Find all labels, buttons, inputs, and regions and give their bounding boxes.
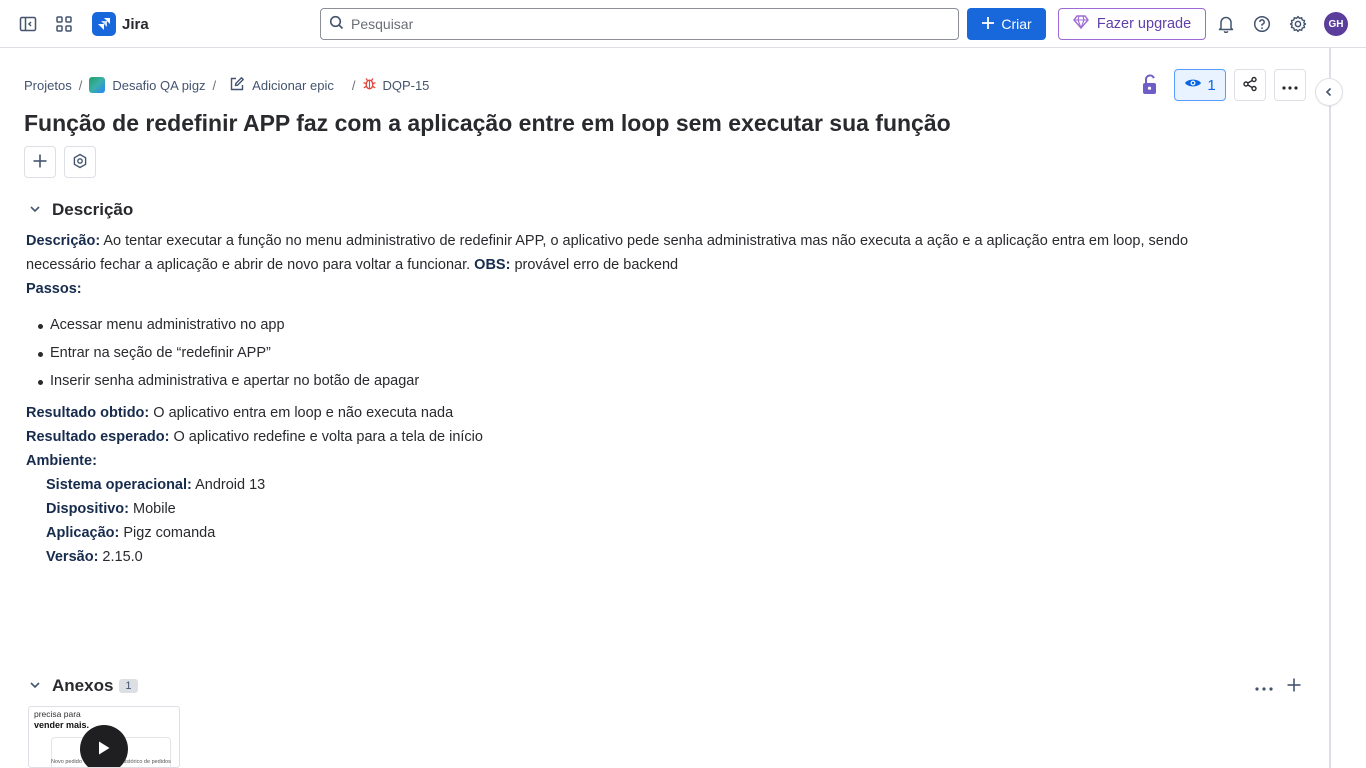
thumbnail-text-line-1: precisa para [34, 709, 81, 719]
create-button[interactable]: Criar [967, 8, 1046, 40]
issue-title[interactable]: Função de redefinir APP faz com a aplica… [24, 110, 951, 137]
gem-icon [1072, 15, 1089, 33]
thumbnail-caption-1: Novo pedido [51, 759, 82, 765]
breadcrumb-separator: / [212, 77, 217, 93]
user-avatar[interactable]: GH [1324, 12, 1348, 36]
share-icon [1242, 76, 1258, 95]
obtained-result: Resultado obtido: O aplicativo entra em … [26, 405, 454, 421]
apps-button[interactable] [64, 146, 96, 178]
expected-result: Resultado esperado: O aplicativo redefin… [26, 429, 483, 445]
search-icon [329, 15, 344, 33]
plus-icon [32, 153, 48, 172]
collapse-panel-button[interactable] [1316, 79, 1342, 105]
list-item: Entrar na seção de “redefinir APP” [38, 339, 1256, 367]
upgrade-button[interactable]: Fazer upgrade [1058, 8, 1206, 40]
chevron-down-icon [28, 678, 42, 695]
environment-app: Aplicação: Pigz comanda [46, 525, 216, 541]
app-name: Jira [122, 15, 149, 33]
thumbnail-text-line-2: vender mais. [34, 720, 90, 730]
top-navigation-bar: Jira Criar Fazer upgrade GH [0, 0, 1366, 48]
app-switcher-icon[interactable] [52, 12, 76, 36]
issue-key-label: DQP-15 [382, 77, 430, 93]
description-section-header[interactable]: Descrição [28, 200, 133, 220]
steps-list: Acessar menu administrativo no app Entra… [38, 311, 1256, 395]
attachments-heading: Anexos [52, 676, 114, 695]
attachment-thumbnail[interactable]: precisa para vender mais. Novo pedido Hi… [28, 706, 180, 768]
attachments-count-badge: 1 [119, 679, 138, 693]
breadcrumb-project-label: Desafio QA pigz [112, 77, 206, 93]
search-input[interactable] [351, 16, 931, 32]
watchers-count: 1 [1207, 76, 1216, 94]
obs-text: provável erro de backend [510, 257, 679, 273]
environment-label: Ambiente: [26, 453, 97, 469]
obs-label: OBS: [474, 257, 511, 273]
add-button[interactable] [24, 146, 56, 178]
project-avatar-icon [89, 77, 106, 93]
create-button-label: Criar [1001, 16, 1032, 32]
description-body[interactable]: Descrição: Ao tentar executar a função n… [26, 229, 1256, 569]
play-icon [97, 740, 111, 759]
list-item: Acessar menu administrativo no app [38, 311, 1256, 339]
breadcrumb: Projetos / Desafio QA pigz / Adicionar e… [24, 75, 429, 95]
attachments-section-header[interactable]: Anexos 1 [28, 676, 138, 696]
breadcrumb-separator: / [351, 77, 356, 93]
breadcrumb-add-epic[interactable]: Adicionar epic [229, 76, 334, 95]
environment-os: Sistema operacional: Android 13 [46, 477, 266, 493]
thumbnail-caption-2: Histórico de pedidos [121, 759, 171, 765]
search-box[interactable] [320, 8, 959, 40]
breadcrumb-issue-key[interactable]: DQP-15 [362, 76, 429, 94]
chevron-left-icon [1324, 84, 1334, 100]
hexagon-settings-icon [72, 153, 88, 172]
notifications-bell-icon[interactable] [1214, 12, 1238, 36]
settings-gear-icon[interactable] [1286, 12, 1310, 36]
more-horizontal-icon [1255, 678, 1273, 694]
environment-version: Versão: 2.15.0 [46, 549, 143, 565]
jira-logo[interactable]: Jira [92, 12, 149, 36]
more-horizontal-icon [1282, 77, 1298, 93]
play-video-button[interactable] [80, 725, 128, 767]
share-button[interactable] [1234, 69, 1266, 101]
description-paragraph: Descrição: Ao tentar executar a função n… [26, 229, 1256, 277]
breadcrumb-add-epic-label: Adicionar epic [252, 77, 334, 93]
plus-icon [1286, 677, 1302, 696]
environment-device: Dispositivo: Mobile [46, 501, 176, 517]
add-attachment-button[interactable] [1283, 676, 1305, 696]
steps-label: Passos: [26, 281, 82, 297]
unlock-icon[interactable] [1140, 74, 1160, 96]
more-actions-button[interactable] [1274, 69, 1306, 101]
bug-icon [362, 76, 377, 94]
eye-icon [1184, 76, 1202, 94]
attachments-more-button[interactable] [1253, 676, 1275, 696]
desc-label: Descrição: [26, 233, 101, 249]
help-icon[interactable] [1250, 12, 1274, 36]
breadcrumb-separator: / [78, 77, 83, 93]
watch-button[interactable]: 1 [1174, 69, 1226, 101]
list-item: Inserir senha administrativa e apertar n… [38, 367, 1256, 395]
description-heading: Descrição [52, 200, 134, 219]
chevron-down-icon [28, 202, 42, 219]
breadcrumb-projects[interactable]: Projetos [24, 78, 72, 93]
plus-icon [981, 16, 995, 33]
breadcrumb-project[interactable]: Desafio QA pigz [89, 77, 206, 93]
jira-logo-icon [92, 12, 116, 36]
edit-pencil-icon [229, 76, 245, 95]
upgrade-button-label: Fazer upgrade [1096, 16, 1192, 32]
sidebar-toggle-icon[interactable] [16, 12, 40, 36]
panel-divider[interactable] [1329, 48, 1331, 768]
